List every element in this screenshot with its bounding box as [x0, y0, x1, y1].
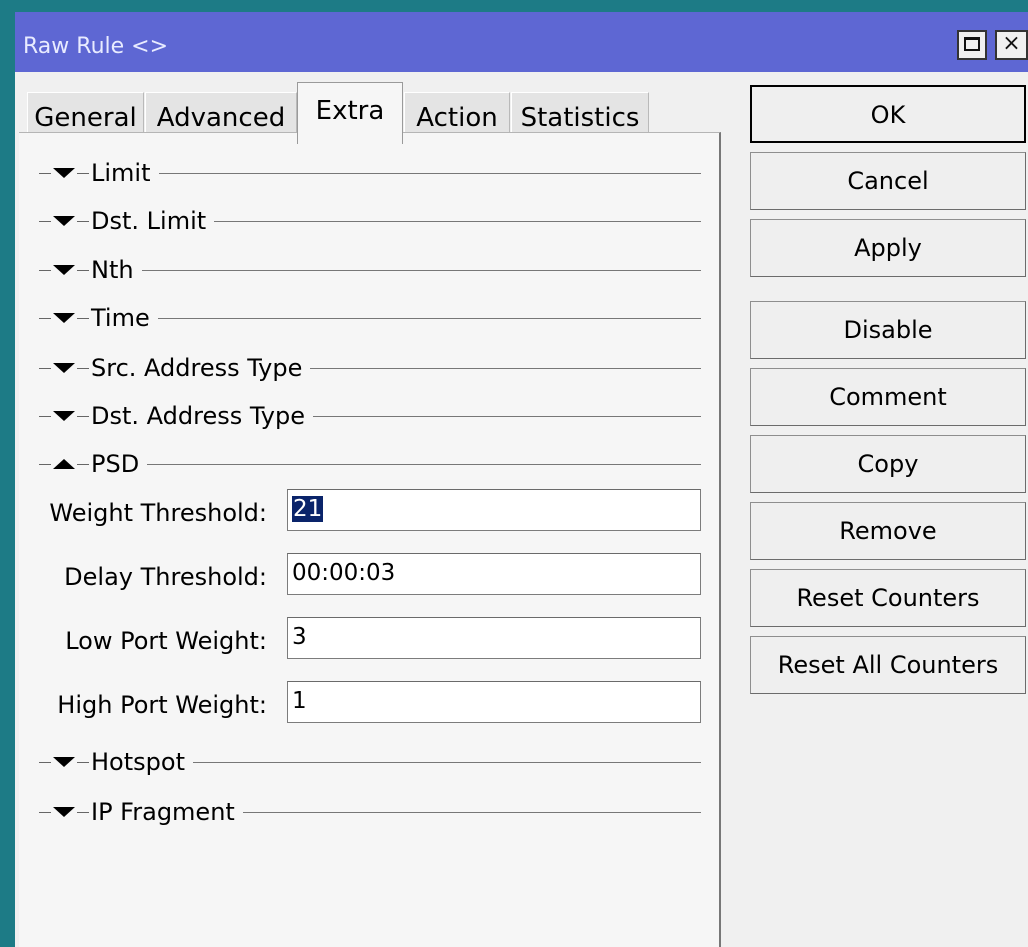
remove-button[interactable]: Remove [750, 502, 1026, 560]
reset-all-counters-button[interactable]: Reset All Counters [750, 636, 1026, 694]
low-port-weight-label: Low Port Weight: [65, 627, 267, 655]
section-psd[interactable]: PSD [39, 449, 701, 479]
expand-arrow-icon[interactable] [53, 411, 75, 421]
low-port-weight-field[interactable]: 3 [287, 617, 701, 659]
section-time[interactable]: Time [39, 303, 701, 333]
close-icon[interactable]: × [995, 30, 1028, 60]
expand-arrow-icon[interactable] [53, 216, 75, 226]
apply-button[interactable]: Apply [750, 219, 1026, 277]
delay-threshold-label: Delay Threshold: [64, 563, 267, 591]
disable-button[interactable]: Disable [750, 301, 1026, 359]
raw-rule-dialog: Raw Rule <> × General Advanced Extra Act… [15, 12, 1028, 947]
title-bar[interactable]: Raw Rule <> × [15, 12, 1028, 72]
copy-button[interactable]: Copy [750, 435, 1026, 493]
section-dst-address-type[interactable]: Dst. Address Type [39, 401, 701, 431]
comment-button[interactable]: Comment [750, 368, 1026, 426]
extra-tab-panel: Limit Dst. Limit Nth Time Src. Address T… [19, 132, 721, 947]
section-limit[interactable]: Limit [39, 158, 701, 188]
section-nth[interactable]: Nth [39, 255, 701, 285]
maximize-icon[interactable] [957, 30, 987, 60]
section-dst-limit[interactable]: Dst. Limit [39, 206, 701, 236]
expand-arrow-icon[interactable] [53, 313, 75, 323]
delay-threshold-field[interactable]: 00:00:03 [287, 553, 701, 595]
expand-arrow-icon[interactable] [53, 265, 75, 275]
expand-arrow-icon[interactable] [53, 363, 75, 373]
high-port-weight-field[interactable]: 1 [287, 681, 701, 723]
section-hotspot[interactable]: Hotspot [39, 747, 701, 777]
weight-threshold-field[interactable]: 21 [287, 489, 701, 531]
section-ip-fragment[interactable]: IP Fragment [39, 797, 701, 827]
reset-counters-button[interactable]: Reset Counters [750, 569, 1026, 627]
expand-arrow-icon[interactable] [53, 168, 75, 178]
high-port-weight-label: High Port Weight: [57, 691, 267, 719]
expand-arrow-icon[interactable] [53, 807, 75, 817]
weight-threshold-label: Weight Threshold: [49, 499, 267, 527]
expand-arrow-icon[interactable] [53, 757, 75, 767]
section-src-address-type[interactable]: Src. Address Type [39, 353, 701, 383]
tab-extra[interactable]: Extra [297, 82, 403, 144]
collapse-arrow-icon[interactable] [53, 459, 75, 469]
ok-button[interactable]: OK [750, 85, 1026, 143]
cancel-button[interactable]: Cancel [750, 152, 1026, 210]
window-title: Raw Rule <> [23, 34, 169, 59]
